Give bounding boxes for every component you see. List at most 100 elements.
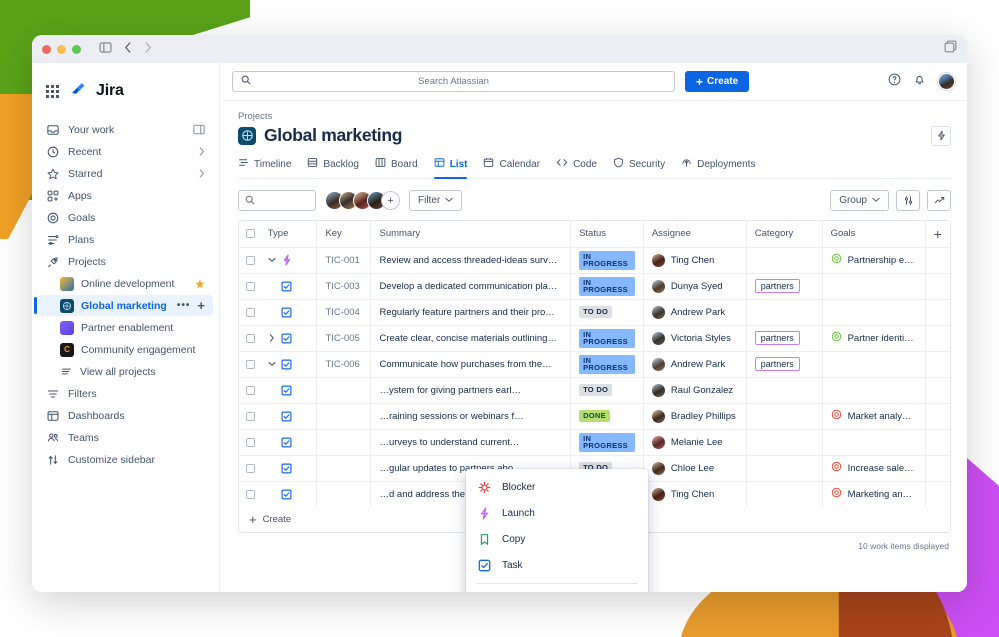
work-type-icon[interactable]: [281, 462, 293, 474]
cell-assignee[interactable]: Chloe Lee: [643, 455, 746, 481]
row-select-cell[interactable]: [239, 377, 260, 403]
cell-assignee[interactable]: Dunya Syed: [643, 273, 746, 299]
cell-goals[interactable]: Increase sale…: [822, 455, 925, 481]
cell-goals[interactable]: Market analy…: [822, 403, 925, 429]
cell-status[interactable]: IN PROGRESS: [571, 325, 644, 351]
row-expander-icon[interactable]: [268, 257, 277, 263]
sidebar-item-starred[interactable]: Starred: [38, 163, 213, 184]
breadcrumb[interactable]: Projects: [238, 111, 951, 122]
column-header-category[interactable]: Category: [746, 221, 822, 247]
project-add-button[interactable]: +: [197, 298, 205, 313]
sidebar-item-apps[interactable]: Apps: [38, 185, 213, 206]
row-checkbox[interactable]: [246, 334, 255, 343]
sidebar-item-dashboards[interactable]: Dashboards: [38, 405, 213, 426]
cell-goals[interactable]: Marketing an…: [822, 481, 925, 507]
menu-item-task[interactable]: Task: [466, 552, 648, 578]
sidebar-toggle-icon[interactable]: [99, 40, 112, 58]
select-all-cell[interactable]: [239, 221, 260, 247]
cell-type[interactable]: [260, 273, 317, 299]
row-select-cell[interactable]: [239, 351, 260, 377]
row-checkbox[interactable]: [246, 282, 255, 291]
cell-summary[interactable]: …urveys to understand current…: [371, 429, 571, 455]
sidebar-item-customize-sidebar[interactable]: Customize sidebar: [38, 449, 213, 470]
status-badge[interactable]: IN PROGRESS: [579, 433, 635, 452]
row-checkbox[interactable]: [246, 412, 255, 421]
chevron-right-icon[interactable]: [199, 147, 205, 156]
cell-goals[interactable]: [822, 429, 925, 455]
star-filled-icon[interactable]: [195, 279, 205, 289]
column-header-summary[interactable]: Summary: [371, 221, 571, 247]
column-header-key[interactable]: Key: [317, 221, 371, 247]
cell-summary[interactable]: Regularly feature partners and their pro…: [371, 299, 571, 325]
cell-assignee[interactable]: Ting Chen: [643, 481, 746, 507]
table-row[interactable]: TIC-003Develop a dedicated communication…: [239, 273, 950, 299]
cell-type[interactable]: [260, 455, 317, 481]
chevron-right-icon[interactable]: [199, 169, 205, 178]
cell-assignee[interactable]: Ting Chen: [643, 247, 746, 273]
back-icon[interactable]: [124, 40, 132, 58]
column-header-goals[interactable]: Goals: [822, 221, 925, 247]
cell-assignee[interactable]: Bradley Phillips: [643, 403, 746, 429]
tab-security[interactable]: Security: [613, 157, 665, 178]
menu-item-blocker[interactable]: Blocker: [466, 474, 648, 500]
select-all-checkbox[interactable]: [246, 229, 255, 238]
cell-goals[interactable]: Partnership e…: [822, 247, 925, 273]
cell-type[interactable]: [260, 403, 317, 429]
cell-assignee[interactable]: Raul Gonzalez: [643, 377, 746, 403]
cell-category[interactable]: [746, 247, 822, 273]
cell-summary[interactable]: Develop a dedicated communication pla…: [371, 273, 571, 299]
row-checkbox[interactable]: [246, 464, 255, 473]
tabs-overview-icon[interactable]: [944, 40, 957, 58]
sidebar-item-goals[interactable]: Goals: [38, 207, 213, 228]
status-badge[interactable]: TO DO: [579, 306, 612, 318]
cell-type[interactable]: [260, 481, 317, 507]
close-window-button[interactable]: [42, 45, 51, 54]
collapse-sidebar-icon[interactable]: [193, 124, 205, 135]
sidebar-item-plans[interactable]: Plans: [38, 229, 213, 250]
category-tag[interactable]: partners: [755, 279, 800, 294]
project-more-actions-button[interactable]: •••: [177, 300, 191, 311]
status-badge[interactable]: DONE: [579, 410, 610, 422]
cell-type[interactable]: [260, 377, 317, 403]
cell-key[interactable]: TIC-005: [317, 325, 371, 351]
column-header-assignee[interactable]: Assignee: [643, 221, 746, 247]
row-select-cell[interactable]: [239, 299, 260, 325]
table-row[interactable]: …urveys to understand current… IN PROGRES…: [239, 429, 950, 455]
cell-key[interactable]: TIC-003: [317, 273, 371, 299]
work-type-icon[interactable]: [281, 306, 293, 318]
table-row[interactable]: TIC-005Create clear, concise materials o…: [239, 325, 950, 351]
status-badge[interactable]: IN PROGRESS: [579, 277, 635, 296]
cell-goals[interactable]: [822, 273, 925, 299]
insights-button[interactable]: [927, 190, 951, 211]
sidebar-item-your-work[interactable]: Your work: [38, 119, 213, 140]
work-type-icon[interactable]: [281, 436, 293, 448]
user-avatar[interactable]: [938, 73, 955, 90]
category-tag[interactable]: partners: [755, 331, 800, 346]
row-checkbox[interactable]: [246, 438, 255, 447]
row-select-cell[interactable]: [239, 403, 260, 429]
row-select-cell[interactable]: [239, 455, 260, 481]
forward-icon[interactable]: [144, 40, 152, 58]
cell-key[interactable]: TIC-006: [317, 351, 371, 377]
work-type-icon[interactable]: [281, 332, 293, 344]
cell-category[interactable]: [746, 403, 822, 429]
cell-type[interactable]: [260, 429, 317, 455]
cell-assignee[interactable]: Melanie Lee: [643, 429, 746, 455]
menu-item-manage-work-types[interactable]: ••• Manage work types: [466, 589, 648, 592]
status-badge[interactable]: IN PROGRESS: [579, 329, 635, 348]
cell-key[interactable]: [317, 403, 371, 429]
app-grid-icon[interactable]: [46, 85, 59, 98]
cell-goals[interactable]: Partner identi…: [822, 325, 925, 351]
cell-assignee[interactable]: Andrew Park: [643, 299, 746, 325]
table-row[interactable]: TIC-006Communicate how purchases from th…: [239, 351, 950, 377]
row-expander-icon[interactable]: [268, 361, 277, 367]
cell-type[interactable]: [260, 247, 317, 273]
row-select-cell[interactable]: [239, 481, 260, 507]
menu-item-copy[interactable]: Copy: [466, 526, 648, 552]
cell-assignee[interactable]: Victoria Styles: [643, 325, 746, 351]
row-select-cell[interactable]: [239, 273, 260, 299]
cell-status[interactable]: IN PROGRESS: [571, 429, 644, 455]
table-row[interactable]: …ystem for giving partners earl…TO DORau…: [239, 377, 950, 403]
table-row[interactable]: …raining sessions or webinars f…DONEBrad…: [239, 403, 950, 429]
create-button[interactable]: + Create: [685, 71, 749, 92]
